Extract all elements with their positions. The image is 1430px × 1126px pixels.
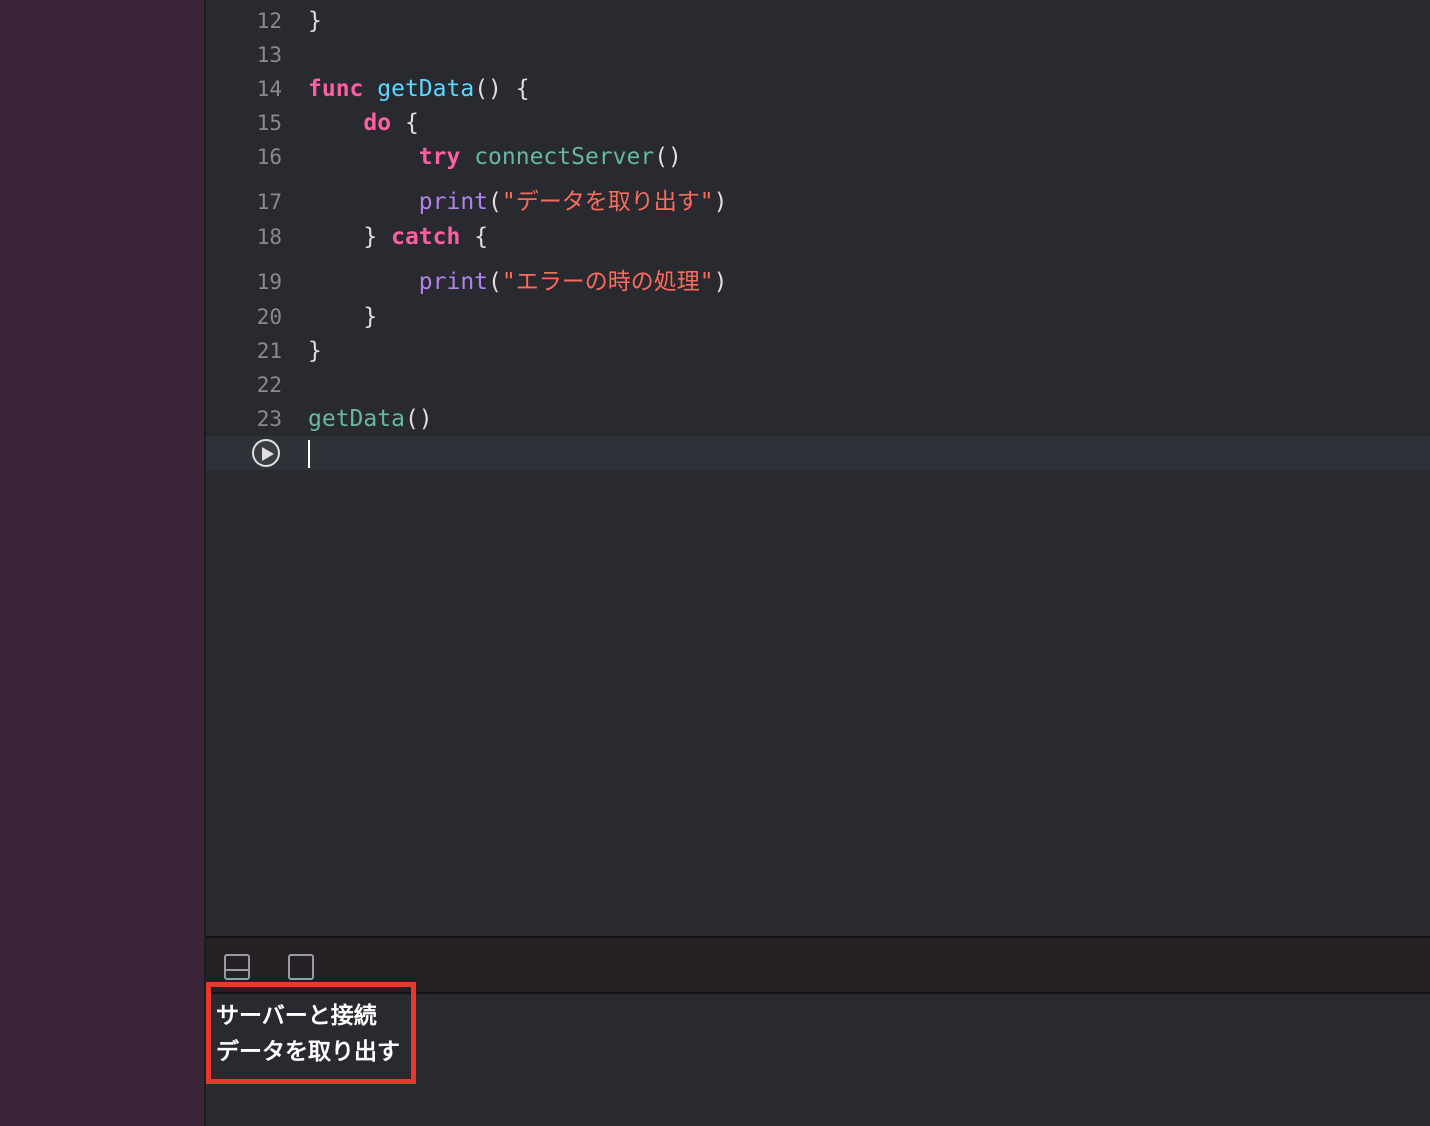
code-text: } [308, 4, 322, 38]
console-line: データを取り出す [216, 1039, 400, 1065]
line-number: 18 [256, 225, 282, 249]
current-line-highlight [206, 436, 1430, 470]
code-line[interactable]: 14 func getData() { [206, 72, 1430, 106]
code-editor[interactable]: 12} 13 14 func getData() {15 do {16 try con… [206, 0, 1430, 936]
code-text: getData() [308, 402, 433, 436]
line-number: 17 [256, 190, 282, 214]
text-cursor [308, 440, 310, 468]
code-text: do { [308, 106, 419, 140]
code-token: ( [488, 189, 502, 215]
code-token: catch [391, 224, 461, 250]
code-line[interactable]: 23 getData() [206, 402, 1430, 436]
code-line[interactable]: 22 [206, 368, 1430, 402]
console-line: サーバーと接続 [216, 1003, 377, 1029]
panel-square-icon[interactable] [288, 954, 314, 980]
code-line[interactable]: 15 do { [206, 106, 1430, 140]
code-line[interactable]: 12} [206, 4, 1430, 38]
code-token: ( [488, 269, 502, 295]
code-token: } [308, 8, 322, 34]
line-number: 20 [256, 305, 282, 329]
code-token: getData [377, 76, 475, 102]
line-number: 13 [256, 43, 282, 67]
console-output: サーバーと接続 データを取り出す [206, 982, 1430, 1126]
code-line[interactable]: 21} [206, 334, 1430, 368]
code-text: func getData() { [308, 72, 530, 106]
code-line[interactable]: 16 try connectServer() [206, 140, 1430, 174]
code-line[interactable]: 19 print("エラーの時の処理") [206, 265, 1430, 299]
code-line[interactable]: 17 print("データを取り出す") [206, 185, 1430, 219]
code-token: } [308, 224, 392, 250]
line-number: 23 [256, 407, 282, 431]
line-number: 16 [256, 145, 282, 169]
code-token: func [308, 76, 364, 102]
code-text: try connectServer() [308, 140, 682, 174]
line-number: 19 [256, 270, 282, 294]
code-line[interactable]: 13 [206, 38, 1430, 72]
code-token: do [363, 110, 392, 136]
code-token: () { [474, 76, 530, 102]
code-token: () [654, 144, 682, 170]
line-number: 22 [256, 373, 282, 397]
line-number: 21 [256, 339, 282, 363]
code-line[interactable]: 18 } catch { [206, 220, 1430, 254]
code-token: try [418, 144, 461, 170]
code-text: print("エラーの時の処理") [308, 265, 728, 299]
code-token: { [391, 110, 419, 136]
play-circle-icon [262, 447, 274, 461]
code-token: connectServer [474, 144, 655, 170]
code-token: } [308, 338, 322, 364]
code-token: "データを取り出す" [501, 189, 714, 215]
code-token: { [460, 224, 489, 250]
code-text: } [308, 300, 377, 334]
code-token: getData [308, 406, 405, 432]
code-line[interactable]: 20 } [206, 300, 1430, 334]
line-number: 14 [256, 77, 282, 101]
code-token: ) [713, 189, 728, 215]
code-token: } [308, 304, 378, 330]
code-text: } catch { [308, 220, 488, 254]
code-token: print [418, 269, 489, 295]
code-token: "エラーの時の処理" [501, 269, 714, 295]
navigator-sidebar [0, 0, 206, 1126]
run-button[interactable] [252, 439, 280, 467]
code-token: print [418, 189, 489, 215]
code-text: print("データを取り出す") [308, 185, 728, 219]
line-number: 15 [256, 111, 282, 135]
code-text: } [308, 334, 322, 368]
code-token: () [404, 406, 433, 432]
line-number: 12 [256, 9, 282, 33]
code-token: ) [713, 269, 728, 295]
panel-bottom-icon[interactable] [224, 954, 250, 980]
